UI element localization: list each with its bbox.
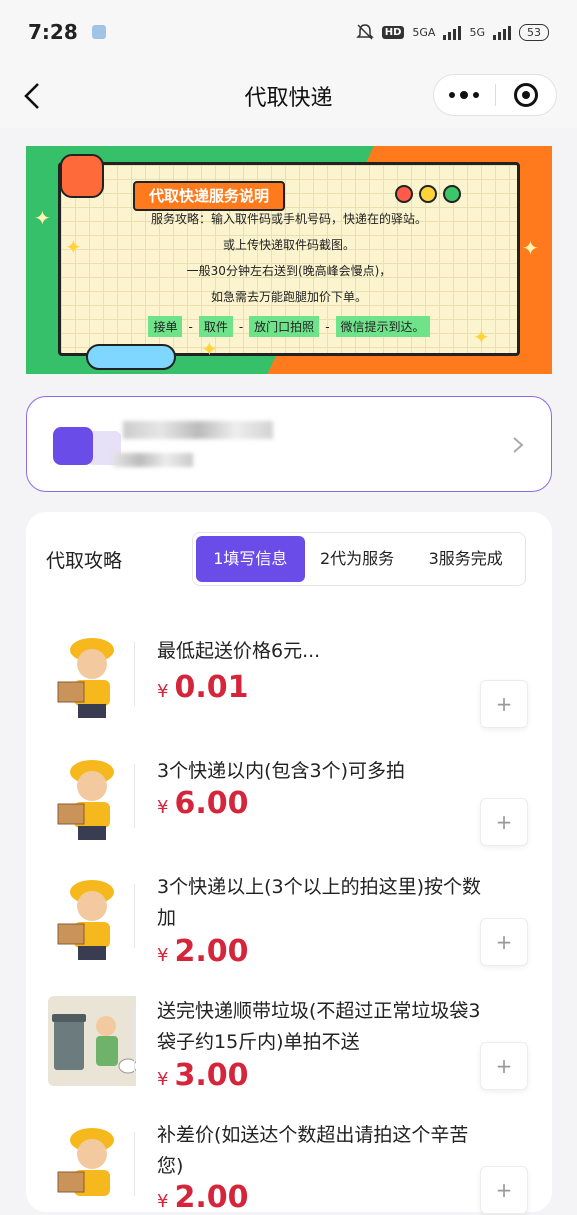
banner-steps: 接单 - 取件 - 放门口拍照 - 微信提示到达。 <box>58 316 520 337</box>
courier-boy-image <box>57 880 114 960</box>
network-5ga: 5GA <box>412 25 436 39</box>
battery-level: 53 <box>519 23 549 41</box>
add-button[interactable]: + <box>480 1042 528 1090</box>
step-tabs: 1填写信息 2代为服务 3服务完成 <box>192 532 526 586</box>
signal-icon-2 <box>493 24 511 40</box>
sparkle-icon: ✦ <box>34 206 51 230</box>
tab-fill-info[interactable]: 1填写信息 <box>196 536 305 582</box>
item-name: 送完快递顺带垃圾(不超过正常垃圾袋3袋子约15斤内)单拍不送 <box>157 1000 481 1053</box>
item-price: ¥6.00 <box>157 786 248 821</box>
item-name: 3个快递以上(3个以上的拍这里)按个数加 <box>157 876 482 929</box>
mute-bell-icon <box>355 24 374 40</box>
trash-bin-image <box>48 996 136 1086</box>
currency-symbol: ¥ <box>157 945 169 966</box>
tab-complete[interactable]: 3服务完成 <box>409 536 522 582</box>
chevron-right-icon <box>513 437 524 453</box>
item-price: ¥2.00 <box>157 1180 248 1215</box>
price-value: 0.01 <box>174 670 249 705</box>
status-indicators: HD 5GA 5G 53 <box>355 23 549 41</box>
hd-badge: HD <box>381 25 405 39</box>
banner-line: 或上传快递取件码截图。 <box>222 238 355 252</box>
add-button[interactable]: + <box>480 1166 528 1214</box>
target-icon <box>513 83 538 107</box>
product-panel: 代取攻略 1填写信息 2代为服务 3服务完成 最低起送价格6元... ¥0.01… <box>26 512 552 1215</box>
price-value: 3.00 <box>174 1058 249 1093</box>
currency-symbol: ¥ <box>157 1191 169 1212</box>
banner-step: 微信提示到达。 <box>335 316 430 337</box>
item-divider <box>134 764 135 828</box>
item-divider <box>134 884 135 948</box>
banner-line: 一般30分钟左右送到(晚高峰会慢点)， <box>186 264 392 278</box>
fist-illustration <box>60 154 104 198</box>
banner-step: 接单 <box>148 316 183 337</box>
price-value: 2.00 <box>174 1180 249 1215</box>
hand-illustration <box>86 344 176 370</box>
item-divider <box>134 1132 135 1196</box>
guide-title: 代取攻略 <box>46 550 123 572</box>
address-card[interactable] <box>26 396 552 492</box>
nav-bar: 代取快递 <box>0 64 577 128</box>
courier-boy-image <box>57 638 114 718</box>
window-buttons <box>395 185 461 203</box>
add-button[interactable]: + <box>480 798 528 846</box>
tab-service[interactable]: 2代为服务 <box>305 536 410 582</box>
banner-step: 放门口拍照 <box>249 316 320 337</box>
status-time: 7:28 <box>28 20 78 44</box>
network-5g: 5G <box>469 25 485 39</box>
currency-symbol: ¥ <box>157 797 169 818</box>
item-price: ¥2.00 <box>157 934 248 969</box>
item-name: 最低起送价格6元... <box>157 640 321 662</box>
currency-symbol: ¥ <box>157 681 169 702</box>
chevron-left-icon[interactable] <box>20 80 44 112</box>
more-dots-icon[interactable] <box>434 75 495 115</box>
item-name: 3个快递以内(包含3个)可多拍 <box>157 760 406 782</box>
currency-symbol: ¥ <box>157 1069 169 1090</box>
banner-line: 服务攻略：输入取件码或手机号码，快递在的驿站。 <box>150 212 427 226</box>
step-separator: - <box>325 319 330 334</box>
item-price: ¥0.01 <box>157 670 248 705</box>
close-mini-program-button[interactable] <box>495 75 556 115</box>
page-title: 代取快递 <box>244 86 333 111</box>
step-separator: - <box>238 319 244 334</box>
item-name: 补差价(如送达个数超出请拍这个辛苦您) <box>157 1124 469 1177</box>
avatar <box>53 427 93 465</box>
service-banner[interactable]: ✦ ✦ 代取快递服务说明 ✦ ✦ ✦ 服务攻略：输入取件码或手机号码，快递在的驿… <box>26 146 552 374</box>
price-value: 2.00 <box>174 934 249 969</box>
add-button[interactable]: + <box>480 918 528 966</box>
mini-program-capsule <box>433 74 557 116</box>
item-divider <box>134 642 135 706</box>
courier-boy-image <box>57 760 114 840</box>
status-bar: 7:28 HD 5GA 5G 53 <box>0 0 577 64</box>
courier-boy-image <box>57 1128 114 1196</box>
banner-step: 取件 <box>198 316 233 337</box>
sparkle-icon: ✦ <box>522 236 539 260</box>
step-separator: - <box>188 319 193 334</box>
sparkle-icon: ✦ <box>201 337 218 361</box>
add-button[interactable]: + <box>480 680 528 728</box>
blurred-contact-text <box>113 453 193 467</box>
item-divider <box>134 1008 135 1072</box>
price-value: 6.00 <box>174 786 249 821</box>
signal-icon <box>443 24 462 40</box>
app-notification-icon <box>91 25 106 39</box>
banner-text: 服务攻略：输入取件码或手机号码，快递在的驿站。 或上传快递取件码截图。 一般30… <box>58 206 520 310</box>
blurred-contact-text <box>123 421 273 439</box>
item-price: ¥3.00 <box>157 1058 248 1093</box>
banner-line: 如急需去万能跑腿加价下单。 <box>210 290 367 304</box>
